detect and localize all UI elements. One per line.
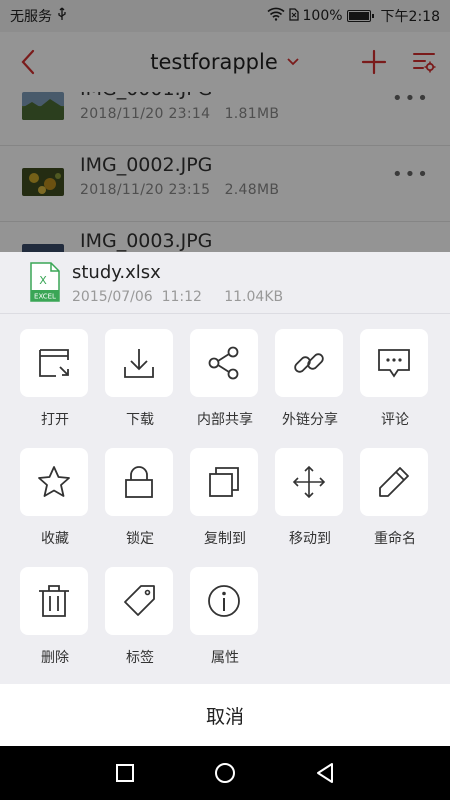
action-comment[interactable]: 评论: [360, 329, 430, 428]
rename-icon: [379, 467, 409, 497]
action-tag[interactable]: 标签: [105, 567, 175, 666]
action-properties[interactable]: 属性: [190, 567, 260, 666]
sheet-file-meta: 2015/07/06 11:12 11.04KB: [72, 289, 284, 305]
system-nav-bar: [0, 746, 450, 800]
modal-backdrop[interactable]: [0, 0, 450, 252]
sheet-file-header: X EXCEL study.xlsx 2015/07/06 11:12 11.0…: [0, 252, 450, 314]
trash-icon: [39, 585, 69, 617]
link-icon: [294, 353, 324, 373]
file-action-sheet: X EXCEL study.xlsx 2015/07/06 11:12 11.0…: [0, 252, 450, 684]
comment-icon: [378, 349, 410, 378]
open-icon: [39, 349, 69, 377]
lock-icon: [125, 466, 153, 498]
share-icon: [208, 346, 239, 380]
info-icon: [208, 585, 240, 617]
square-icon: [116, 764, 134, 782]
excel-file-icon: X EXCEL: [30, 262, 60, 302]
home-button[interactable]: [210, 758, 240, 788]
action-internal-share[interactable]: 内部共享: [190, 329, 260, 428]
action-move-to[interactable]: 移动到: [275, 448, 345, 547]
svg-text:EXCEL: EXCEL: [34, 293, 56, 301]
action-lock[interactable]: 锁定: [105, 448, 175, 547]
download-icon: [124, 349, 154, 378]
triangle-back-icon: [317, 763, 333, 783]
copy-icon: [209, 467, 239, 497]
svg-text:X: X: [39, 274, 47, 287]
action-external-link-share[interactable]: 外链分享: [275, 329, 345, 428]
action-rename[interactable]: 重命名: [360, 448, 430, 547]
star-icon: [38, 466, 70, 497]
back-nav-button[interactable]: [310, 758, 340, 788]
move-icon: [292, 465, 326, 499]
cancel-button[interactable]: 取消: [0, 684, 450, 746]
tag-icon: [124, 585, 155, 616]
sheet-file-name: study.xlsx: [72, 262, 161, 283]
action-open[interactable]: 打开: [20, 329, 90, 428]
circle-icon: [215, 763, 235, 783]
recents-button[interactable]: [110, 758, 140, 788]
action-favorite[interactable]: 收藏: [20, 448, 90, 547]
action-download[interactable]: 下载: [105, 329, 175, 428]
action-delete[interactable]: 删除: [20, 567, 90, 666]
action-copy-to[interactable]: 复制到: [190, 448, 260, 547]
